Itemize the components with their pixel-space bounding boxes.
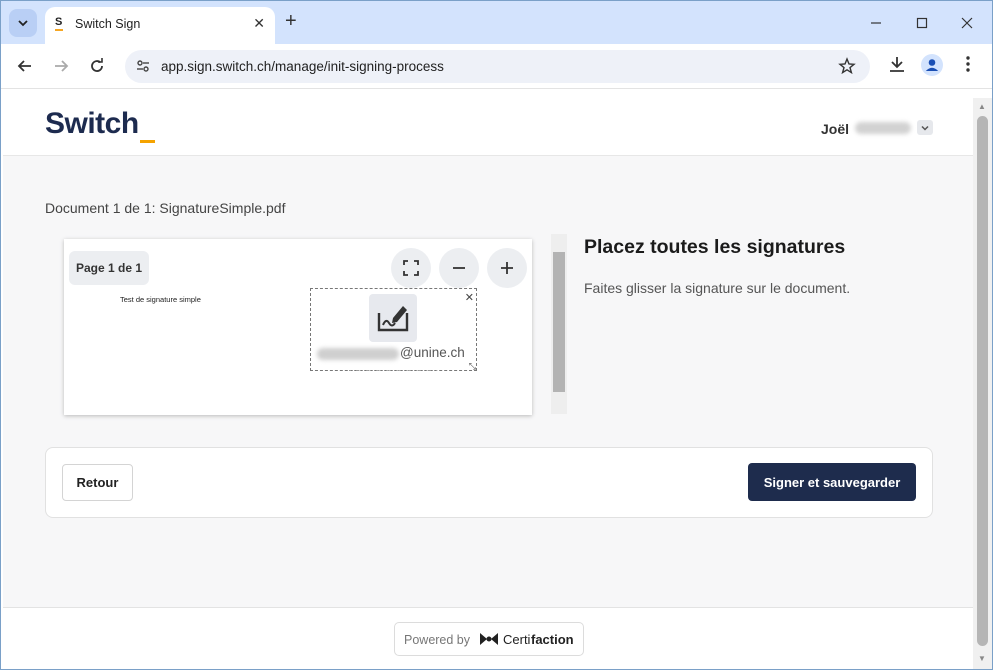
action-bar: Retour Signer et sauvegarder — [45, 447, 933, 518]
maximize-icon[interactable] — [916, 17, 928, 29]
minimize-icon[interactable] — [870, 17, 882, 29]
tab-favicon-bar — [55, 29, 63, 31]
scroll-up-icon[interactable]: ▲ — [978, 102, 986, 111]
tab-title: Switch Sign — [75, 17, 141, 31]
tab-close-icon[interactable]: ✕ — [253, 15, 265, 32]
new-tab-icon[interactable]: + — [285, 11, 297, 31]
signer-email-blurred — [317, 348, 399, 360]
tab-favicon: S — [55, 16, 63, 28]
signature-underline — [349, 370, 437, 371]
fullscreen-button[interactable] — [391, 248, 431, 288]
fullscreen-icon — [403, 260, 419, 276]
forward-arrow-icon[interactable] — [51, 56, 71, 76]
pdf-viewer[interactable]: Page 1 de 1 Test de signature simple ✕ @… — [64, 239, 532, 415]
signature-field[interactable]: ✕ @unine.ch ⤡ — [310, 288, 477, 371]
web-page: Switch Joël Document 1 de 1: SignatureSi… — [3, 98, 973, 669]
user-name[interactable]: Joël — [821, 121, 849, 137]
app-header: Switch Joël — [3, 98, 973, 156]
pdf-content-text: Test de signature simple — [120, 295, 201, 304]
powered-by-badge[interactable]: Powered by Certi faction — [394, 622, 584, 656]
reload-icon[interactable] — [87, 56, 107, 76]
powered-by-label: Powered by — [404, 633, 471, 647]
plus-icon — [501, 262, 513, 274]
document-title: Document 1 de 1: SignatureSimple.pdf — [45, 200, 286, 216]
browser-tab[interactable]: S Switch Sign ✕ — [45, 7, 275, 44]
viewer-scrollbar[interactable] — [551, 234, 567, 414]
brand-name-part2: faction — [531, 632, 574, 647]
back-arrow-icon[interactable] — [15, 56, 35, 76]
scroll-down-icon[interactable]: ▼ — [978, 654, 986, 663]
page-footer: Powered by Certi faction — [3, 607, 973, 669]
certifaction-logo-icon — [480, 633, 498, 645]
user-menu-button[interactable] — [917, 120, 933, 135]
download-icon[interactable] — [887, 54, 907, 74]
brand-name-part1: Certi — [503, 632, 531, 647]
signature-icon — [369, 294, 417, 342]
resize-icon[interactable]: ⤡ — [469, 361, 476, 372]
minus-icon — [453, 267, 465, 269]
side-panel-title: Placez toutes les signatures — [584, 236, 846, 258]
page-indicator: Page 1 de 1 — [69, 251, 149, 285]
url-text: app.sign.switch.ch/manage/init-signing-p… — [161, 59, 444, 74]
tab-bar: S Switch Sign ✕ + — [1, 1, 992, 44]
address-bar[interactable]: app.sign.switch.ch/manage/init-signing-p… — [125, 50, 870, 83]
tab-search-button[interactable] — [9, 9, 37, 37]
chevron-down-icon — [18, 20, 28, 27]
page-scroll-thumb[interactable] — [977, 116, 988, 646]
logo-accent-bar — [140, 140, 155, 143]
side-panel-instruction: Faites glisser la signature sur le docum… — [584, 280, 851, 296]
signer-email-domain: @unine.ch — [400, 345, 465, 360]
back-button[interactable]: Retour — [62, 464, 133, 501]
site-settings-icon[interactable] — [135, 58, 151, 74]
zoom-out-button[interactable] — [439, 248, 479, 288]
window-close-icon[interactable] — [961, 17, 973, 29]
menu-dots-icon[interactable] — [964, 54, 972, 74]
switch-logo[interactable]: Switch — [45, 107, 139, 141]
viewer-scroll-thumb[interactable] — [553, 252, 565, 392]
user-lastname-blurred — [855, 122, 911, 134]
sign-and-save-button[interactable]: Signer et sauvegarder — [748, 463, 916, 501]
bookmark-star-icon[interactable] — [838, 57, 856, 75]
zoom-in-button[interactable] — [487, 248, 527, 288]
browser-window: S Switch Sign ✕ + app.sign.switch.ch/man… — [0, 0, 993, 670]
signature-remove-icon[interactable]: ✕ — [465, 291, 474, 304]
profile-avatar-icon[interactable] — [921, 54, 943, 76]
chevron-down-icon — [921, 125, 929, 131]
page-scrollbar[interactable]: ▲ ▼ — [973, 98, 992, 669]
browser-toolbar: app.sign.switch.ch/manage/init-signing-p… — [1, 44, 992, 89]
